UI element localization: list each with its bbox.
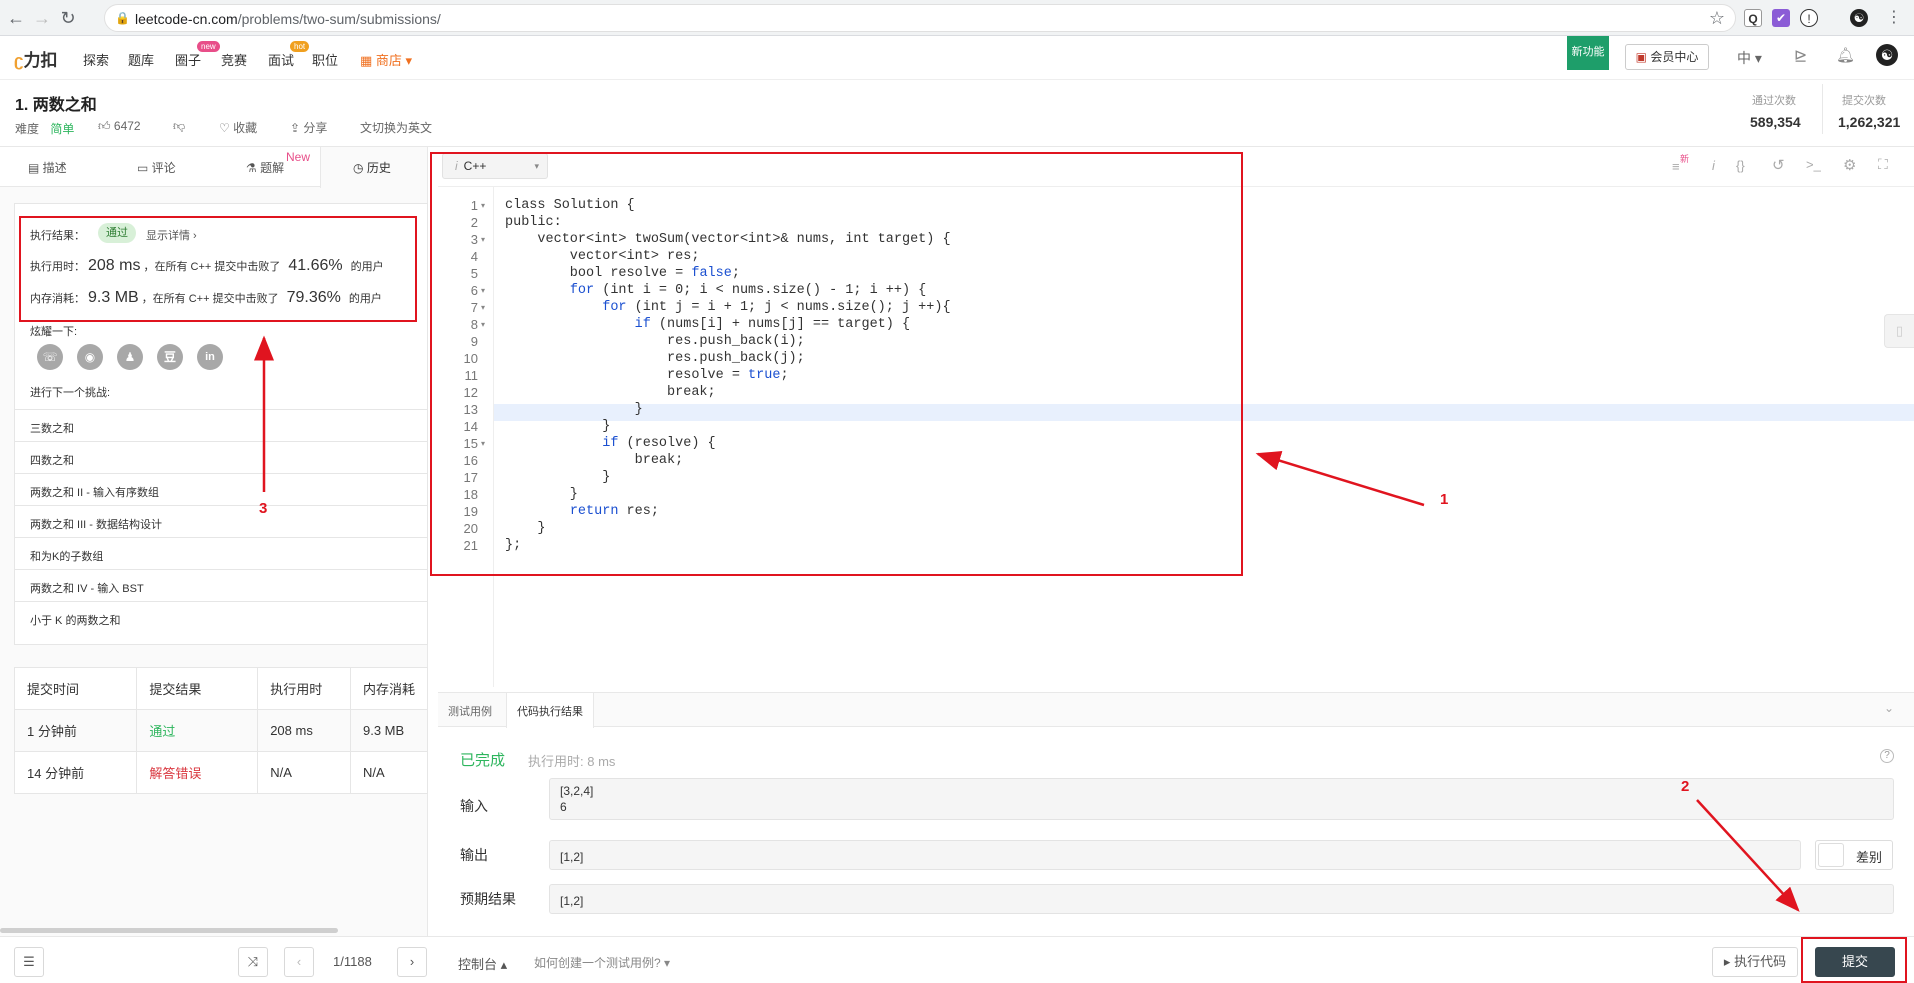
code-line[interactable]: }; bbox=[505, 537, 521, 554]
code-line[interactable]: } bbox=[505, 520, 545, 537]
arrow-2 bbox=[1696, 799, 1800, 912]
code-line[interactable]: vector<int> res; bbox=[505, 248, 700, 265]
code-line[interactable]: res.push_back(i); bbox=[505, 333, 805, 350]
code-line[interactable]: bool resolve = false; bbox=[505, 265, 740, 282]
code-line[interactable]: if (nums[i] + nums[j] == target) { bbox=[505, 316, 910, 333]
code-line[interactable]: } bbox=[505, 401, 643, 418]
code-line[interactable]: public: bbox=[505, 214, 562, 231]
code-line[interactable]: for (int i = 0; i < nums.size() - 1; i +… bbox=[505, 282, 926, 299]
code-line[interactable]: resolve = true; bbox=[505, 367, 789, 384]
code-line[interactable]: break; bbox=[505, 384, 716, 401]
arrow-1 bbox=[1255, 451, 1425, 507]
code-line[interactable]: vector<int> twoSum(vector<int>& nums, in… bbox=[505, 231, 950, 248]
code-line[interactable]: } bbox=[505, 418, 610, 435]
code-line[interactable]: return res; bbox=[505, 503, 659, 520]
annotation-number-2: 2 bbox=[1681, 778, 1690, 795]
code-line[interactable]: class Solution { bbox=[505, 197, 635, 214]
code-line[interactable]: for (int j = i + 1; j < nums.size(); j +… bbox=[505, 299, 950, 316]
annotation-number-1: 1 bbox=[1440, 491, 1449, 508]
code-line[interactable]: break; bbox=[505, 452, 684, 469]
code-line[interactable]: res.push_back(j); bbox=[505, 350, 805, 367]
annotation-number-3: 3 bbox=[259, 500, 268, 517]
code-line[interactable]: } bbox=[505, 486, 578, 503]
annotation-arrows bbox=[254, 335, 1800, 912]
code-line[interactable]: } bbox=[505, 469, 610, 486]
code-line[interactable]: if (resolve) { bbox=[505, 435, 715, 452]
